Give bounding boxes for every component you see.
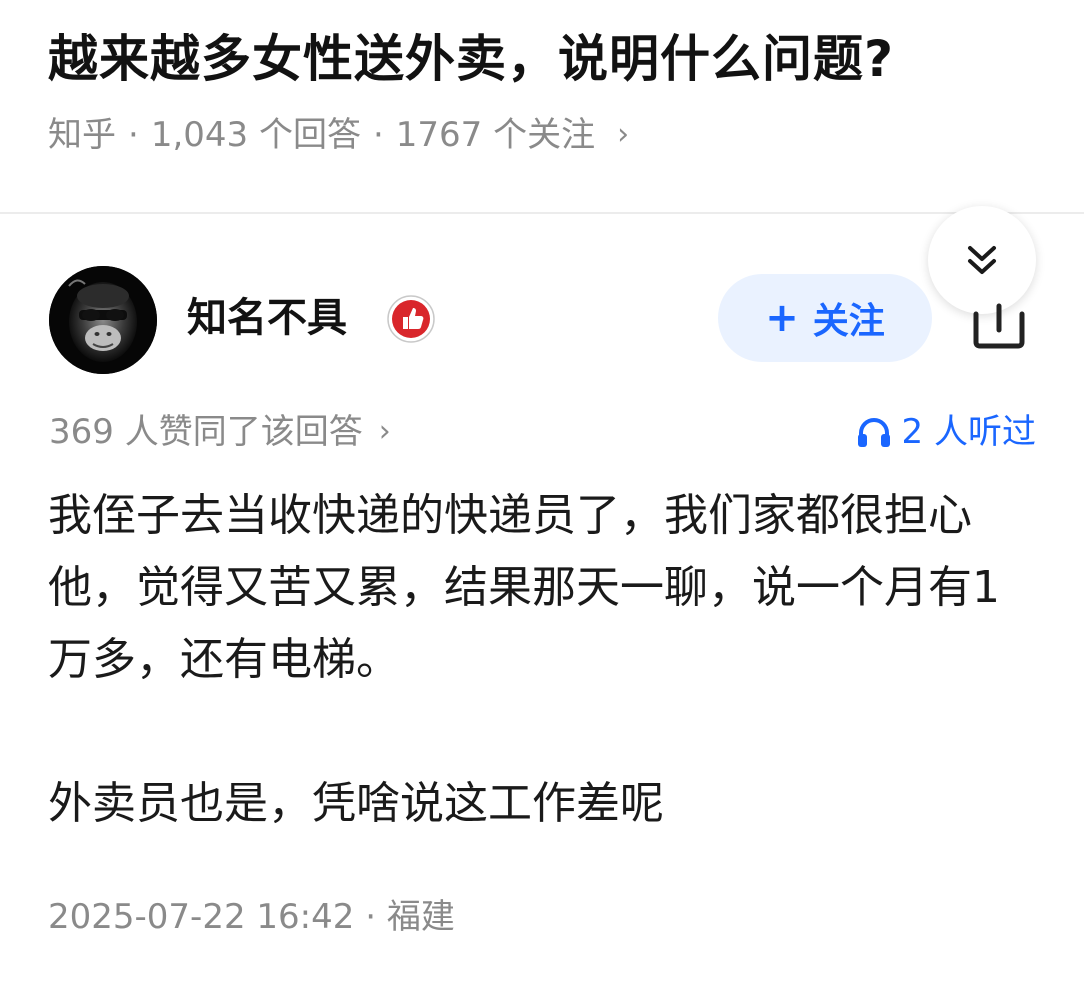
plus-icon: + (765, 295, 799, 341)
meta-separator: · (128, 115, 139, 155)
question-source: 知乎 (48, 115, 116, 155)
timestamp: 2025-07-22 16:42 (48, 897, 355, 937)
answer-count: 1,043 个回答 (150, 115, 361, 155)
meta-separator: · (372, 115, 384, 155)
answer-footer: 2025-07-22 16:42 · 福建 (48, 892, 455, 942)
question-title[interactable]: 越来越多女性送外卖，说明什么问题? (48, 24, 894, 94)
vote-count[interactable]: 369 人赞同了该回答 › (49, 408, 391, 456)
monkey-avatar-icon (49, 266, 157, 374)
follow-button[interactable]: + 关注 (718, 274, 932, 362)
answer-paragraph: 外卖员也是，凭啥说这工作差呢 (48, 778, 664, 829)
footer-separator: · (365, 897, 377, 937)
author-name[interactable]: 知名不具 (187, 290, 347, 346)
headphones-icon (857, 418, 890, 447)
answer-paragraph: 我侄子去当收快递的快递员了，我们家都很担心他，觉得又苦又累，结果那天一聊，说一个… (48, 490, 1000, 685)
share-button[interactable] (970, 300, 1028, 350)
location: 福建 (386, 897, 455, 937)
answer-content[interactable]: 我侄子去当收快递的快递员了，我们家都很担心他，觉得又苦又累，结果那天一聊，说一个… (48, 480, 1038, 840)
follow-label: 关注 (812, 301, 885, 342)
share-icon (973, 303, 1025, 349)
double-chevron-down-icon (968, 246, 996, 274)
question-meta[interactable]: 知乎 · 1,043 个回答 · 1767 个关注 › (48, 110, 629, 160)
listen-count[interactable]: 2 人听过 (856, 408, 1036, 456)
vote-count-text: 369 人赞同了该回答 (49, 412, 363, 452)
chevron-right-icon: › (617, 117, 630, 152)
avatar[interactable] (49, 266, 157, 374)
chevron-right-icon: › (378, 414, 391, 449)
divider (0, 212, 1084, 214)
thumbs-up-badge-icon (387, 295, 435, 343)
collapse-button[interactable] (928, 206, 1036, 314)
badge (386, 294, 436, 344)
listen-count-text: 2 人听过 (901, 412, 1036, 452)
answer-page: 越来越多女性送外卖，说明什么问题? 知乎 · 1,043 个回答 · 1767 … (0, 0, 1084, 981)
follower-count: 1767 个关注 (395, 115, 596, 155)
